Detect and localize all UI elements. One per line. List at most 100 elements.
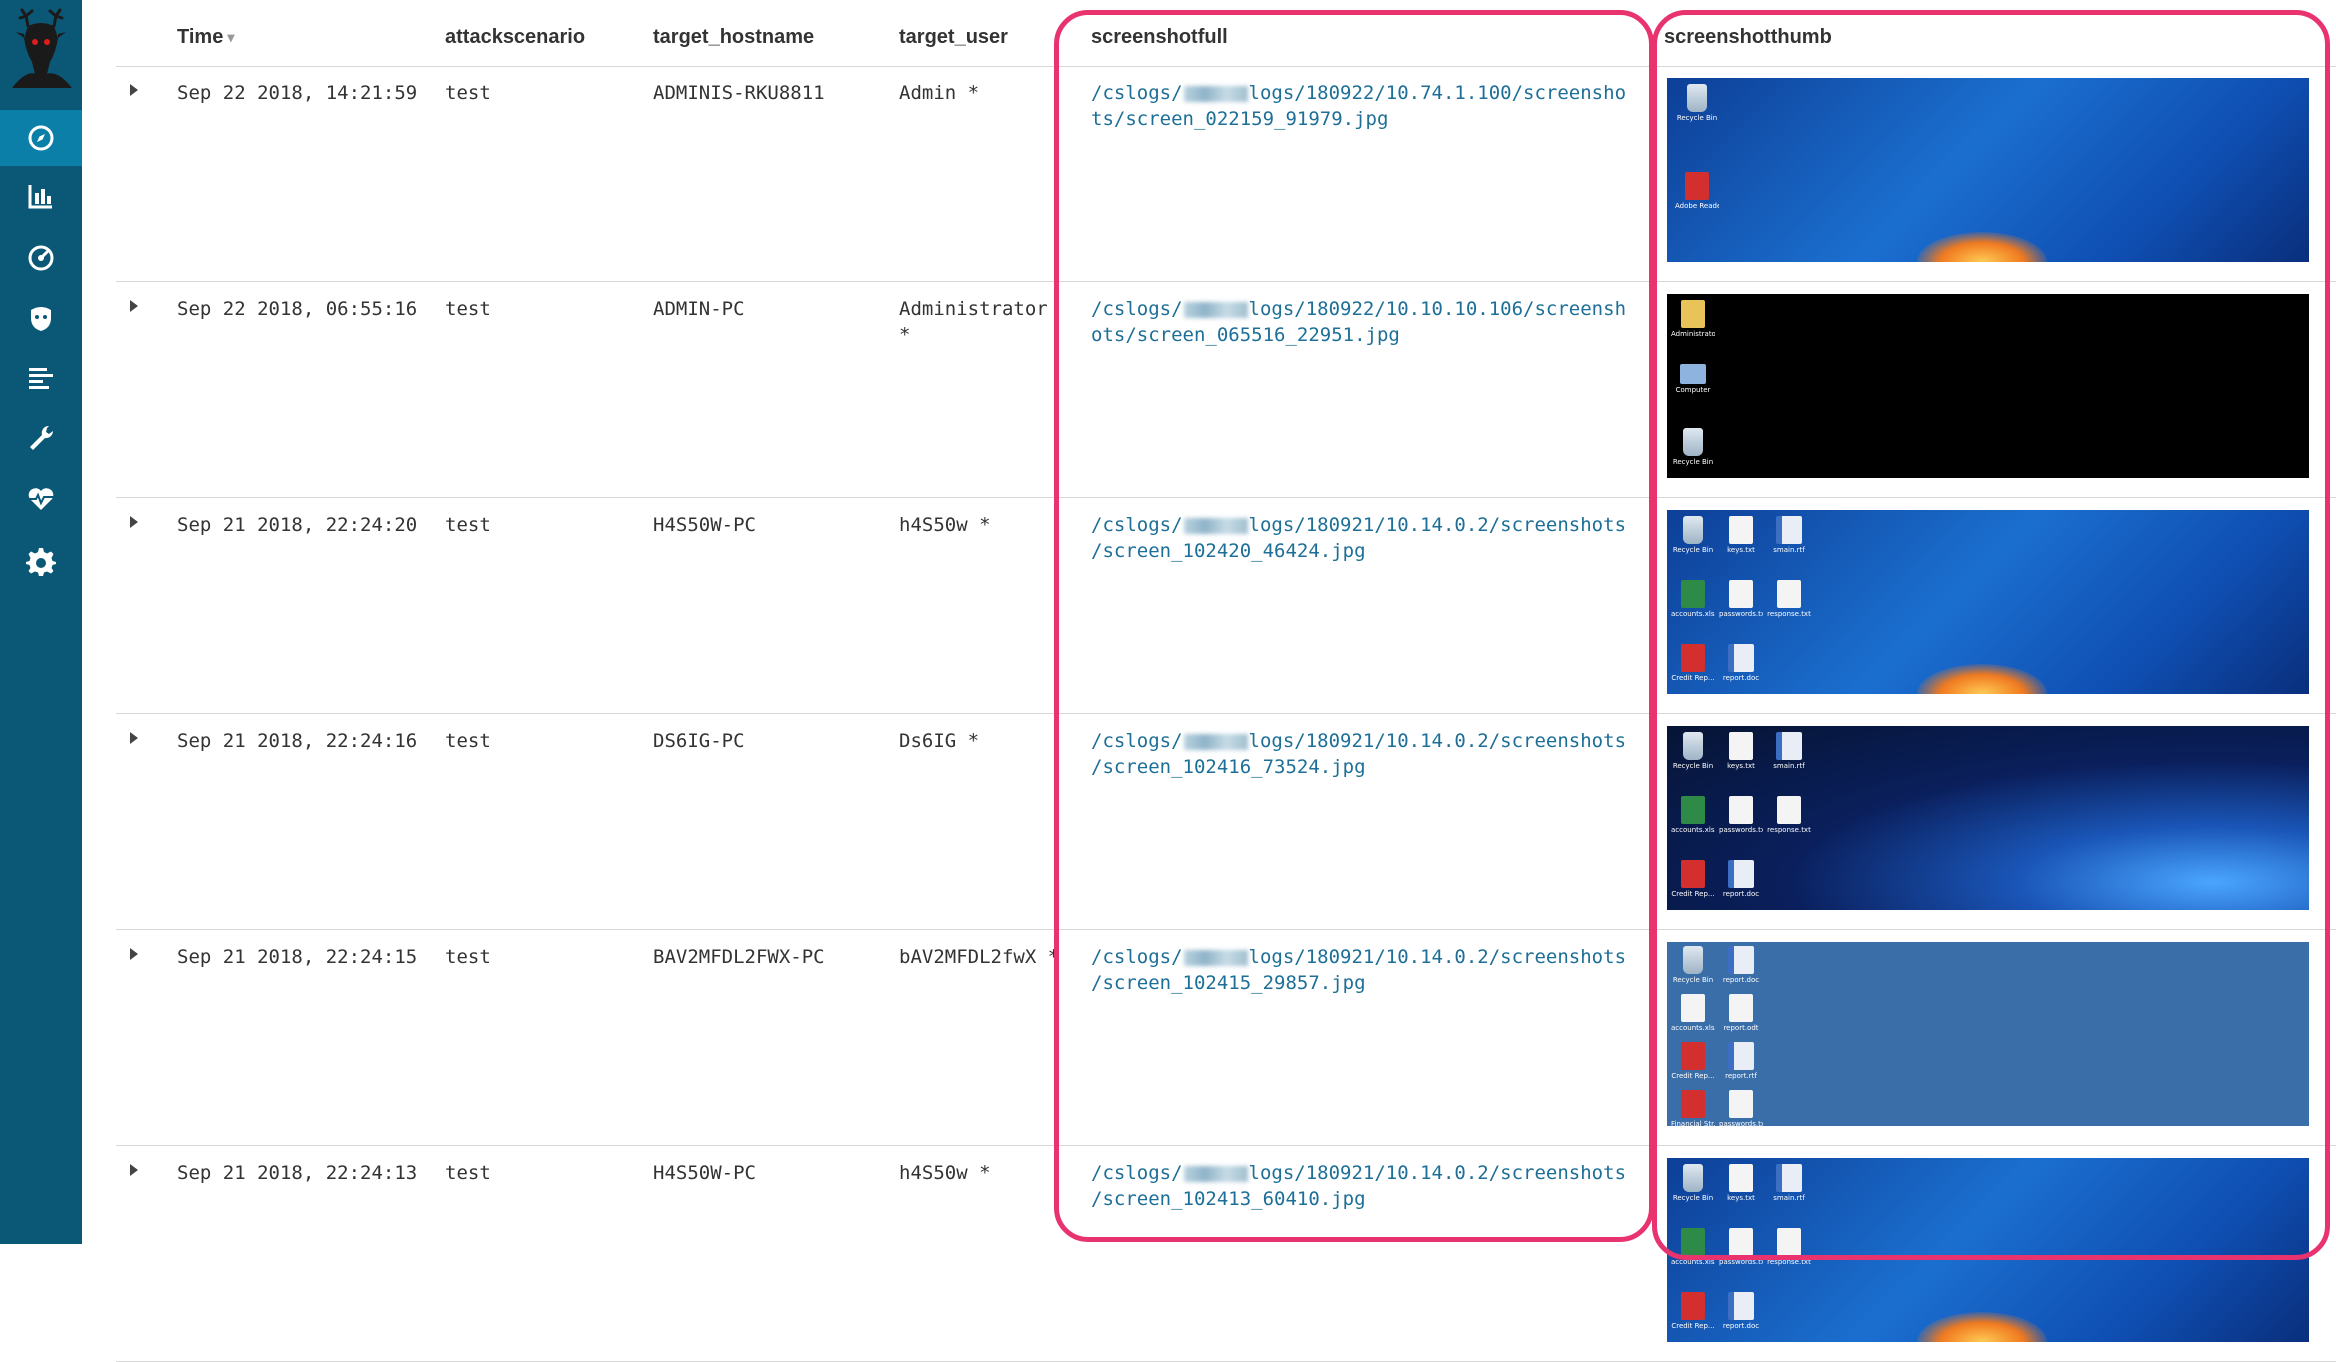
nav-management[interactable] (0, 534, 82, 590)
shield-icon (31, 307, 51, 331)
deer-logo (12, 8, 72, 88)
screenshot-thumbnail[interactable]: Recycle Bin keys.txt smain.rtf accounts.… (1667, 510, 2309, 694)
wrench-icon (30, 425, 54, 450)
desktop-icon-label: passwords.txt (1719, 610, 1763, 618)
column-header-time[interactable]: Time ▾ (177, 26, 234, 49)
bin-file-icon (1683, 516, 1703, 544)
screenshot-thumbnail[interactable]: Recycle Bin Adobe Reader 9 (1667, 78, 2309, 262)
desktop-icon-label: Recycle Bin (1672, 1194, 1714, 1202)
cell-screenshotfull-link[interactable]: /cslogs/logs/180921/10.14.0.2/screenshot… (1091, 728, 1626, 780)
cell-screenshotfull-link[interactable]: /cslogs/logs/180921/10.14.0.2/screenshot… (1091, 944, 1626, 996)
cell-screenshotfull-link[interactable]: /cslogs/logs/180922/10.74.1.100/screensh… (1091, 80, 1626, 132)
desktop-icon: response.txt (1767, 1228, 1811, 1266)
desktop-icon-label: smain.rtf (1773, 762, 1805, 770)
desktop-icon-label: response.txt (1767, 610, 1811, 618)
nav-monitoring[interactable] (0, 470, 82, 526)
doc-file-icon (1729, 1164, 1753, 1192)
pdf-file-icon (1685, 172, 1709, 200)
desktop-icon: smain.rtf (1767, 732, 1811, 770)
pdf-file-icon (1681, 860, 1705, 888)
expand-row-caret-icon[interactable] (130, 84, 138, 96)
column-header-attackscenario[interactable]: attackscenario (445, 26, 585, 49)
screenshot-thumbnail[interactable]: Administrator Computer Recycle Bin (1667, 294, 2309, 478)
screenshot-thumbnail[interactable]: Recycle Bin keys.txt smain.rtf accounts.… (1667, 1158, 2309, 1342)
desktop-icon: response.txt (1767, 796, 1811, 834)
expand-row-caret-icon[interactable] (130, 732, 138, 744)
wdoc-file-icon (1728, 946, 1754, 974)
desktop-icon: Recycle Bin (1675, 84, 1719, 122)
desktop-icon-label: report.doc (1722, 674, 1760, 682)
desktop-icon-label: Financial Str... (1671, 1120, 1715, 1126)
doc-file-icon (1729, 732, 1753, 760)
cell-screenshotfull-link[interactable]: /cslogs/logs/180921/10.14.0.2/screenshot… (1091, 1160, 1626, 1212)
cell-screenshotfull-link[interactable]: /cslogs/logs/180922/10.10.10.106/screens… (1091, 296, 1626, 348)
pdf-file-icon (1681, 1042, 1705, 1070)
cell-target-user: Ds6IG * (899, 730, 980, 752)
expand-row-caret-icon[interactable] (130, 948, 138, 960)
cell-attackscenario: test (445, 1162, 491, 1184)
desktop-icon: Financial Str... (1671, 1090, 1715, 1126)
nav-dashboard[interactable] (0, 230, 82, 286)
nav-discover[interactable] (0, 110, 82, 166)
cell-target-hostname: ADMINIS-RKU8811 (653, 82, 825, 104)
xls-file-icon (1681, 1228, 1705, 1256)
folder-file-icon (1681, 300, 1705, 328)
desktop-icon-label: Credit Rep... (1671, 1322, 1715, 1330)
column-header-target-user[interactable]: target_user (899, 26, 1008, 49)
table-row: Sep 22 2018, 06:55:16 test ADMIN-PC Admi… (82, 282, 2336, 498)
sort-caret-icon[interactable]: ▾ (227, 29, 234, 45)
desktop-icon: smain.rtf (1767, 516, 1811, 554)
cell-time: Sep 22 2018, 14:21:59 (177, 82, 418, 104)
desktop-icon: response.txt (1767, 580, 1811, 618)
desktop-icon-label: response.txt (1767, 826, 1811, 834)
nav-visualize[interactable] (0, 168, 82, 224)
nav-timeline[interactable] (0, 350, 82, 406)
expand-row-caret-icon[interactable] (130, 1164, 138, 1176)
desktop-icon-label: smain.rtf (1773, 546, 1805, 554)
path-prefix: /cslogs/ (1091, 514, 1183, 536)
column-header-screenshotfull[interactable]: screenshotfull (1091, 26, 1228, 49)
path-line1: logs/180922/10.10.10.106/screensh (1248, 298, 1627, 320)
desktop-icon: Recycle Bin (1671, 516, 1715, 554)
path-line2: /screen_102415_29857.jpg (1091, 972, 1366, 994)
screenshot-thumbnail[interactable]: Recycle Bin keys.txt smain.rtf accounts.… (1667, 726, 2309, 910)
cell-target-user: h4S50w * (899, 514, 991, 536)
bin-file-icon (1683, 428, 1703, 456)
path-line1: logs/180921/10.14.0.2/screenshots (1248, 730, 1627, 752)
desktop-icon-label: Credit Rep... (1671, 674, 1715, 682)
doc-file-icon (1777, 796, 1801, 824)
xls-file-icon (1681, 796, 1705, 824)
desktop-icon: Administrator (1671, 300, 1715, 338)
cell-attackscenario: test (445, 514, 491, 536)
cell-time: Sep 22 2018, 06:55:16 (177, 298, 418, 320)
nav-security[interactable] (0, 290, 82, 346)
desktop-icon: accounts.xlsx (1671, 580, 1715, 618)
expand-row-caret-icon[interactable] (130, 516, 138, 528)
screenshot-thumbnail[interactable]: Recycle Bin report.doc accounts.xlsx rep… (1667, 942, 2309, 1126)
column-header-target-hostname[interactable]: target_hostname (653, 26, 814, 49)
gear-icon (26, 548, 56, 576)
desktop-icon-label: Credit Rep... (1671, 890, 1715, 898)
desktop-icon: report.rtf (1719, 1042, 1763, 1080)
doc-file-icon (1729, 516, 1753, 544)
nav-dev-tools[interactable] (0, 410, 82, 466)
doc-file-icon (1729, 1090, 1753, 1118)
gauge-icon (28, 245, 54, 271)
desktop-icon: smain.rtf (1767, 1164, 1811, 1202)
wdoc-file-icon (1728, 860, 1754, 888)
redacted-segment (1183, 517, 1248, 534)
expand-row-caret-icon[interactable] (130, 300, 138, 312)
desktop-icon: accounts.xlsx (1671, 1228, 1715, 1266)
desktop-icon-label: passwords.txt (1719, 826, 1763, 834)
desktop-icon-label: response.txt (1767, 1258, 1811, 1266)
path-line1: logs/180921/10.14.0.2/screenshots (1248, 1162, 1627, 1184)
desktop-icon: Credit Rep... (1671, 644, 1715, 682)
cell-target-user: Administrator * (899, 298, 1048, 346)
cell-target-user: h4S50w * (899, 1162, 991, 1184)
cell-screenshotfull-link[interactable]: /cslogs/logs/180921/10.14.0.2/screenshot… (1091, 512, 1626, 564)
path-prefix: /cslogs/ (1091, 946, 1183, 968)
table-row: Sep 21 2018, 22:24:20 test H4S50W-PC h4S… (82, 498, 2336, 714)
sidebar (0, 0, 82, 1244)
pdf-file-icon (1681, 1090, 1705, 1118)
column-header-screenshotthumb[interactable]: screenshotthumb (1664, 26, 1832, 49)
